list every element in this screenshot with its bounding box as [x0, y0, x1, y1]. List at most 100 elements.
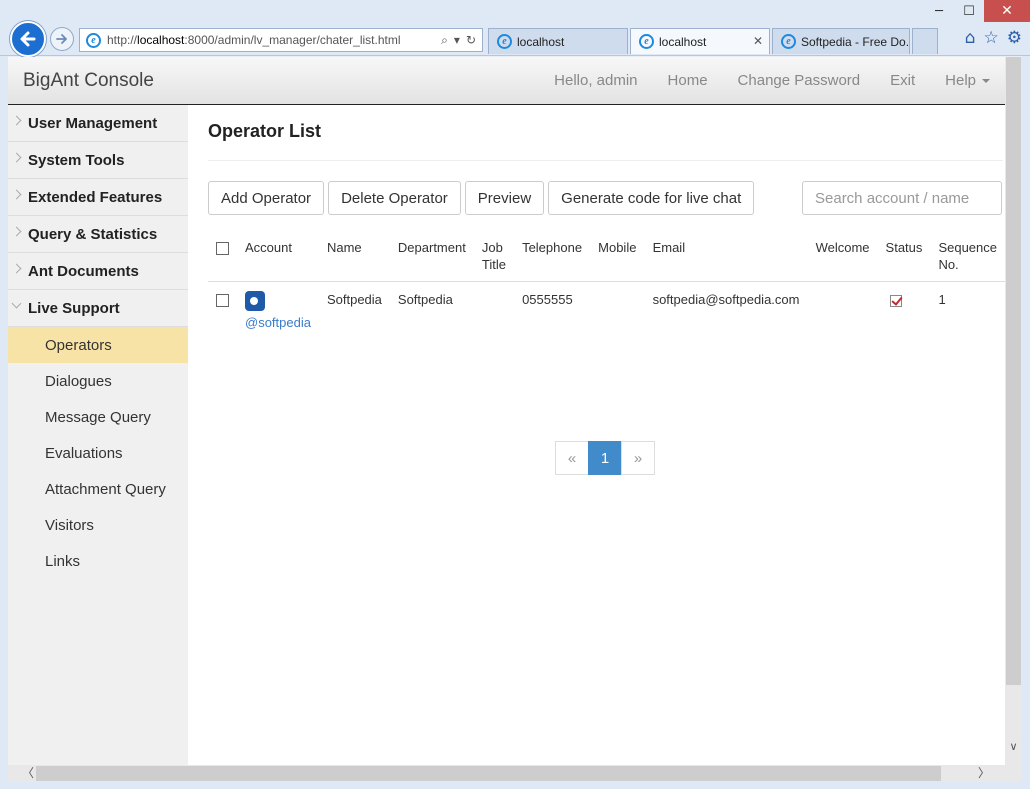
ie-page-icon: e — [86, 32, 101, 48]
tab-label: Softpedia - Free Do... — [801, 34, 910, 49]
cell-telephone: 0555555 — [522, 292, 573, 307]
generate-code-button[interactable]: Generate code for live chat — [548, 181, 755, 215]
col-name[interactable]: Name — [318, 231, 390, 282]
address-bar[interactable]: e http://localhost:8000/admin/lv_manager… — [79, 28, 483, 52]
col-status[interactable]: Status — [877, 231, 931, 282]
table-header-row: Account Name Department Job Title Teleph… — [208, 231, 1005, 282]
vertical-scroll-thumb[interactable] — [1006, 57, 1021, 685]
chevron-right-icon — [11, 189, 22, 200]
sidebar-item-operators[interactable]: Operators — [8, 327, 188, 363]
account-link[interactable]: @softpedia — [245, 314, 311, 331]
window-frame-left — [0, 56, 8, 782]
scroll-down-icon[interactable]: ∨ — [1005, 740, 1022, 753]
dropdown-icon[interactable]: ▾ — [454, 33, 460, 47]
sidebar-item-message-query[interactable]: Message Query — [8, 399, 188, 435]
address-url[interactable]: http://localhost:8000/admin/lv_manager/c… — [107, 33, 441, 47]
main-content: Operator List Add Operator Delete Operat… — [188, 105, 1005, 765]
refresh-icon[interactable]: ↻ — [466, 33, 476, 47]
table-row: @softpedia Softpedia Softpedia 0555555 s… — [208, 282, 1005, 341]
cell-mobile — [590, 282, 644, 341]
browser-tab-2[interactable]: e localhost ✕ — [630, 28, 770, 54]
sidebar-group-live-support[interactable]: Live Support — [8, 290, 188, 327]
row-checkbox[interactable] — [216, 294, 229, 307]
pagination-prev[interactable]: « — [555, 441, 589, 475]
sidebar-group-system-tools[interactable]: System Tools — [8, 142, 188, 179]
nav-exit[interactable]: Exit — [890, 72, 915, 89]
window-controls: ─ ☐ ✕ — [924, 0, 1030, 22]
ie-tab-icon: e — [639, 34, 654, 49]
browser-tab-3[interactable]: e Softpedia - Free Do... — [772, 28, 910, 54]
chevron-right-icon — [11, 226, 22, 237]
col-mobile[interactable]: Mobile — [590, 231, 645, 282]
col-welcome[interactable]: Welcome — [807, 231, 878, 282]
forward-arrow-icon — [56, 34, 67, 44]
title-divider — [208, 160, 1003, 161]
favorites-star-icon[interactable]: ☆ — [984, 28, 999, 48]
sidebar-group-label: User Management — [28, 114, 158, 132]
tab-label: localhost — [659, 34, 707, 49]
row-select-cell — [208, 282, 237, 341]
pagination-page-current[interactable]: 1 — [588, 441, 622, 475]
select-all-cell — [208, 231, 237, 282]
cell-account: @softpedia — [237, 282, 319, 341]
window-frame-right — [1022, 56, 1030, 782]
col-sequence[interactable]: Sequence No. — [930, 231, 1005, 282]
url-host: localhost — [137, 33, 185, 47]
nav-greeting[interactable]: Hello, admin — [554, 72, 637, 89]
close-window-button[interactable]: ✕ — [984, 0, 1030, 22]
scroll-right-icon[interactable]: 〉 — [974, 765, 994, 782]
horizontal-scroll-thumb[interactable] — [36, 766, 941, 781]
sidebar-group-ant-documents[interactable]: Ant Documents — [8, 253, 188, 290]
sidebar-group-label: System Tools — [28, 151, 125, 169]
close-tab-icon[interactable]: ✕ — [753, 34, 763, 48]
ie-tab-icon: e — [497, 34, 512, 49]
back-button[interactable] — [10, 21, 46, 57]
nav-help[interactable]: Help — [945, 72, 990, 89]
tab-label: localhost — [517, 34, 565, 49]
browser-tab-1[interactable]: e localhost — [488, 28, 628, 54]
sidebar-item-visitors[interactable]: Visitors — [8, 507, 188, 543]
status-checkbox[interactable] — [889, 295, 902, 307]
browser-chrome: ─ ☐ ✕ e http://localhost:8000/admin/lv_m… — [0, 0, 1030, 57]
new-tab-button[interactable] — [912, 28, 938, 54]
search-icon[interactable]: ⌕ — [441, 33, 448, 48]
sidebar-group-label: Query & Statistics — [28, 225, 158, 243]
scroll-left-icon[interactable]: 〈 — [18, 765, 38, 782]
sidebar-group-extended-features[interactable]: Extended Features — [8, 179, 188, 216]
sidebar-group-query-statistics[interactable]: Query & Statistics — [8, 216, 188, 253]
select-all-checkbox[interactable] — [216, 242, 229, 255]
horizontal-scrollbar[interactable]: 〈 〉 — [8, 765, 1022, 782]
forward-button[interactable] — [50, 27, 74, 51]
vertical-scrollbar[interactable]: ∨ — [1005, 57, 1022, 765]
sidebar-group-user-management[interactable]: User Management — [8, 105, 188, 142]
sidebar-item-attachment-query[interactable]: Attachment Query — [8, 471, 188, 507]
settings-gear-icon[interactable]: ⚙ — [1007, 28, 1022, 48]
add-operator-button[interactable]: Add Operator — [208, 181, 325, 215]
caret-down-icon — [982, 79, 990, 84]
sidebar-item-evaluations[interactable]: Evaluations — [8, 435, 188, 471]
sidebar-item-links[interactable]: Links — [8, 543, 188, 579]
home-icon[interactable]: ⌂ — [965, 28, 976, 48]
nav-change-password[interactable]: Change Password — [738, 72, 861, 89]
brand-title[interactable]: BigAnt Console — [23, 70, 154, 92]
minimize-button[interactable]: ─ — [924, 0, 954, 22]
cell-name: Softpedia — [326, 292, 382, 307]
operator-toolbar: Add Operator Delete Operator Preview Gen… — [208, 181, 755, 215]
sidebar-group-label: Ant Documents — [28, 262, 139, 280]
maximize-button[interactable]: ☐ — [954, 0, 984, 22]
window-frame-bottom — [0, 782, 1030, 789]
url-path: :8000/admin/lv_manager/chater_list.html — [184, 33, 401, 47]
pagination-next[interactable]: » — [621, 441, 655, 475]
col-telephone[interactable]: Telephone — [514, 231, 591, 282]
delete-operator-button[interactable]: Delete Operator — [328, 181, 461, 215]
search-input[interactable] — [802, 181, 1002, 215]
nav-home[interactable]: Home — [668, 72, 708, 89]
app-header: BigAnt Console Hello, admin Home Change … — [8, 57, 1018, 105]
col-email[interactable]: Email — [644, 231, 808, 282]
col-department[interactable]: Department — [389, 231, 474, 282]
col-job-title[interactable]: Job Title — [473, 231, 515, 282]
sidebar-item-dialogues[interactable]: Dialogues — [8, 363, 188, 399]
col-account[interactable]: Account — [237, 231, 319, 282]
back-arrow-icon — [20, 31, 36, 47]
preview-button[interactable]: Preview — [464, 181, 545, 215]
